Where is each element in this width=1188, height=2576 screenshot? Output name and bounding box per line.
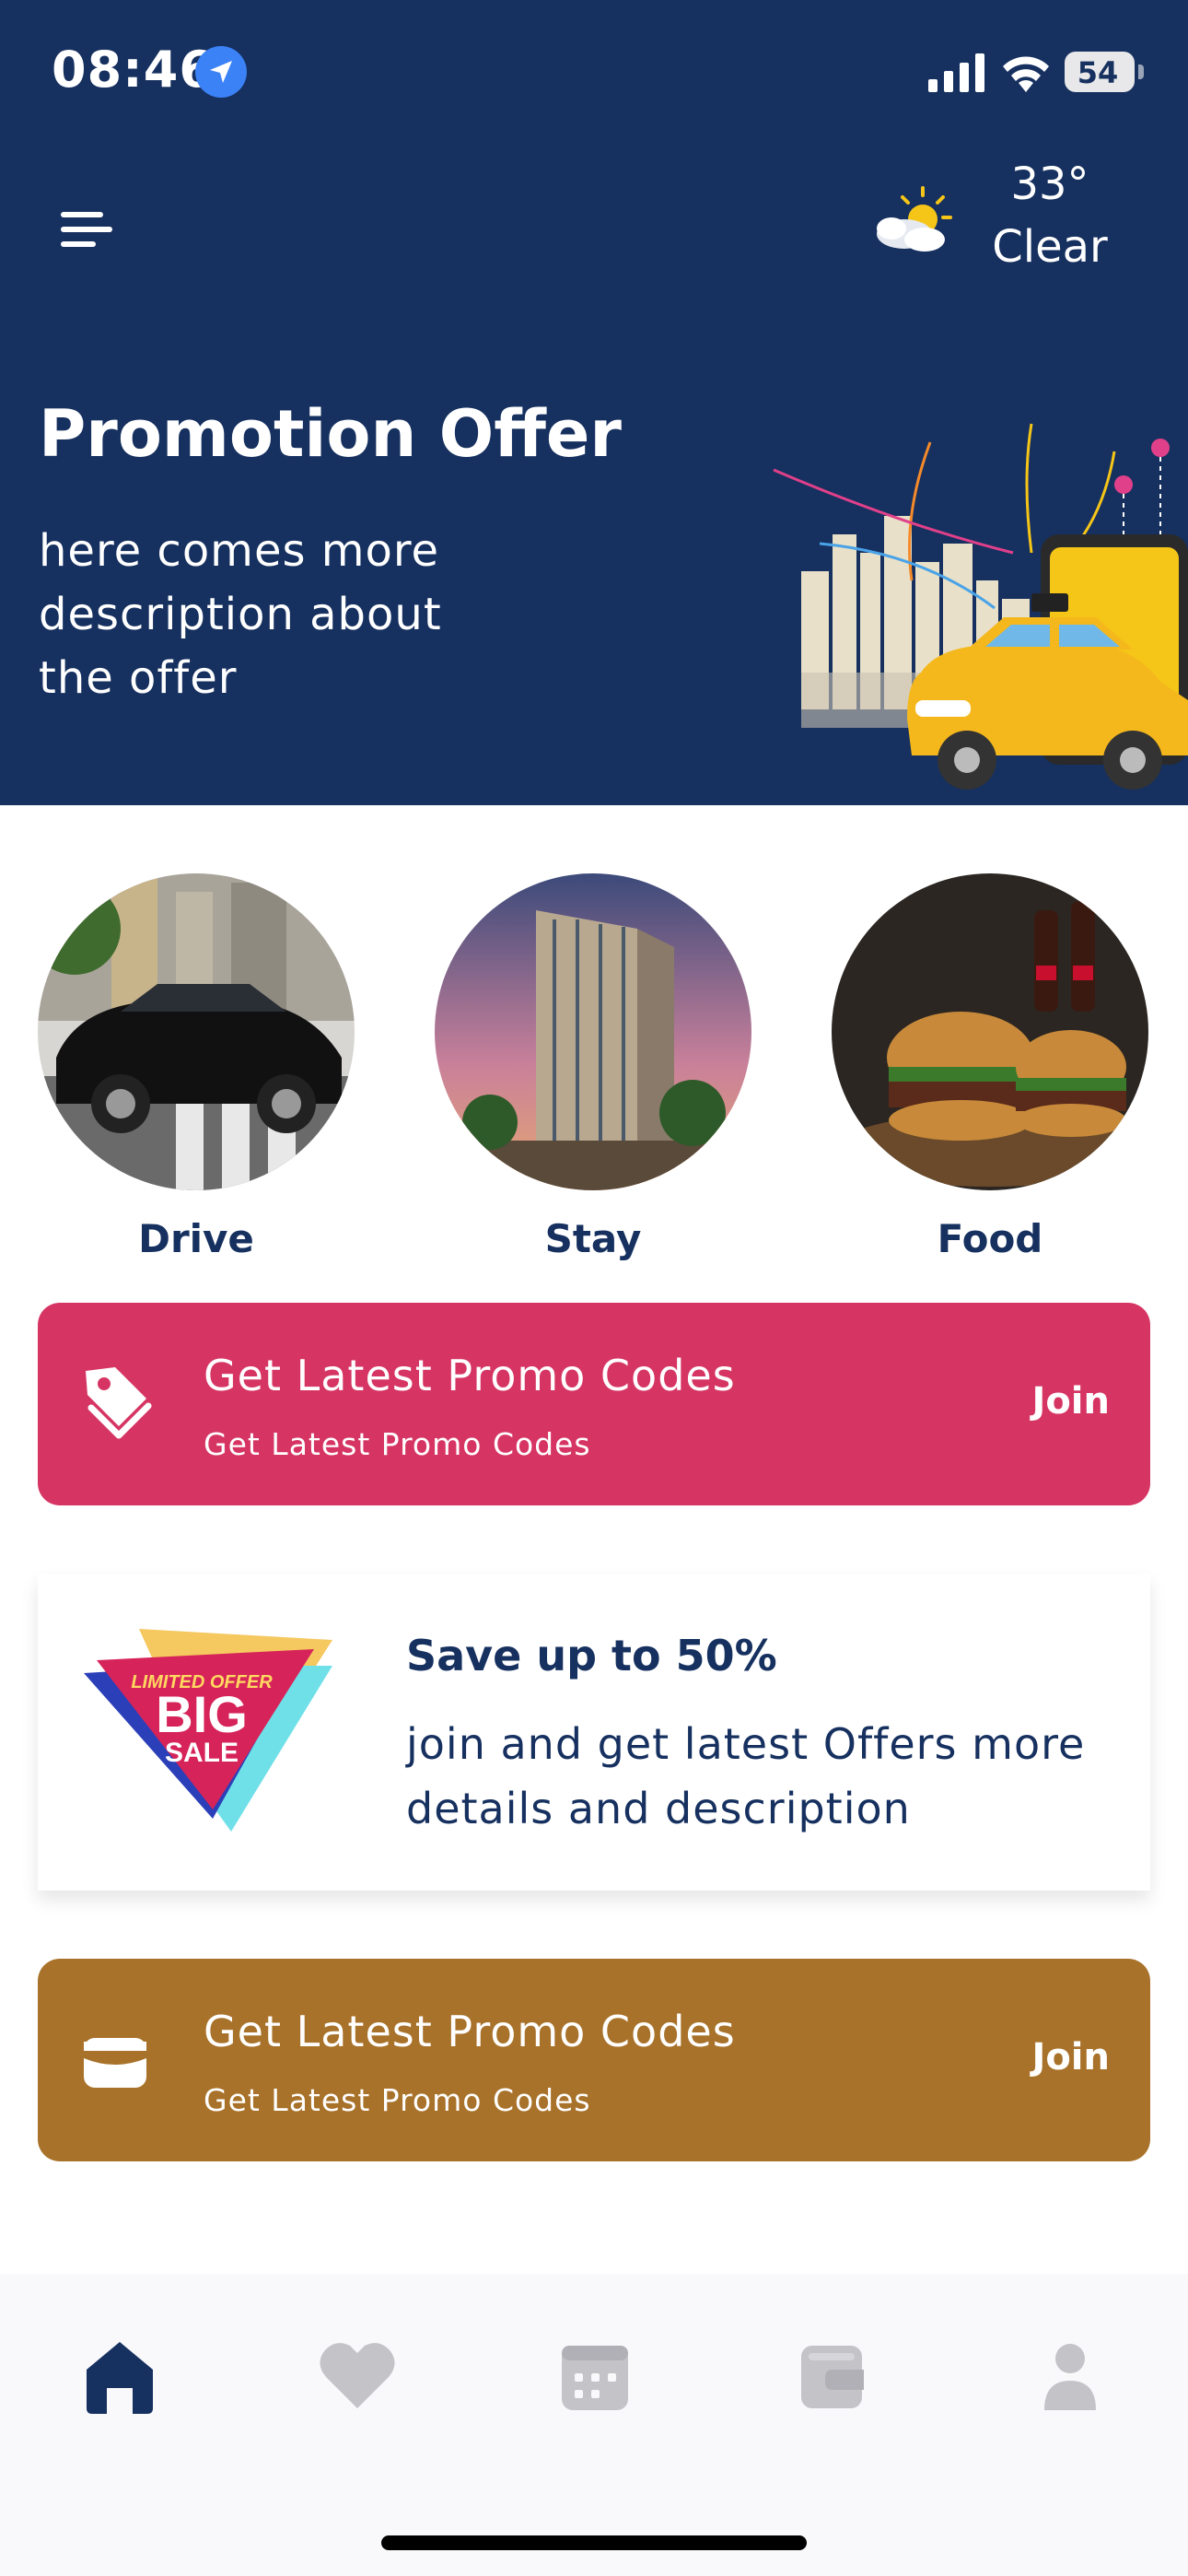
promotion-title: Promotion Offer bbox=[39, 396, 622, 472]
car-image bbox=[38, 873, 355, 1190]
category-label: Drive bbox=[138, 1216, 254, 1261]
sale-offer-card[interactable]: LIMITED OFFER BIG SALE Save up to 50% jo… bbox=[38, 1574, 1150, 1891]
status-time: 08:46 bbox=[52, 41, 215, 99]
wallet-icon[interactable] bbox=[786, 2329, 879, 2421]
category-stay[interactable]: Stay bbox=[435, 873, 751, 1261]
bottom-navigation bbox=[0, 2274, 1188, 2576]
home-icon[interactable] bbox=[74, 2329, 166, 2421]
tag-icon bbox=[86, 1367, 152, 1439]
badge-sub-text: SALE bbox=[165, 1738, 239, 1768]
promo-card-title: Get Latest Promo Codes bbox=[204, 1351, 736, 1400]
battery-level: 54 bbox=[1077, 55, 1119, 90]
heart-icon[interactable] bbox=[311, 2329, 403, 2421]
battery-icon: 54 bbox=[1065, 52, 1135, 92]
status-bar: 08:46 54 bbox=[0, 0, 1188, 147]
wifi-icon bbox=[1003, 56, 1049, 92]
home-indicator[interactable] bbox=[381, 2535, 807, 2550]
sale-title: Save up to 50% bbox=[406, 1631, 777, 1680]
badge-main-text: BIG bbox=[156, 1685, 248, 1743]
location-arrow-icon bbox=[195, 46, 247, 98]
weather-temperature: 33° bbox=[1010, 158, 1089, 210]
burger-image bbox=[832, 873, 1148, 1190]
category-label: Stay bbox=[544, 1216, 642, 1261]
category-food[interactable]: Food bbox=[832, 873, 1148, 1261]
hotel-image bbox=[435, 873, 751, 1190]
cellular-signal-icon bbox=[928, 53, 984, 92]
wallet-icon bbox=[84, 2038, 146, 2088]
partly-cloudy-icon bbox=[877, 186, 952, 252]
taxi-illustration bbox=[773, 423, 1188, 790]
battery-cap bbox=[1138, 64, 1144, 79]
calendar-icon[interactable] bbox=[549, 2329, 641, 2421]
sale-description: join and get latest Offers more details … bbox=[406, 1719, 1086, 1833]
join-button[interactable]: Join bbox=[1031, 1380, 1110, 1423]
profile-icon[interactable] bbox=[1024, 2329, 1116, 2421]
category-drive[interactable]: Drive bbox=[38, 873, 355, 1261]
promo-card-subtitle: Get Latest Promo Codes bbox=[204, 1426, 591, 1462]
promo-codes-card[interactable]: Get Latest Promo Codes Get Latest Promo … bbox=[38, 1303, 1150, 1505]
menu-icon[interactable] bbox=[61, 208, 116, 251]
weather-condition: Clear bbox=[992, 221, 1108, 273]
promo-card-subtitle: Get Latest Promo Codes bbox=[204, 2082, 591, 2118]
promo-codes-card[interactable]: Get Latest Promo Codes Get Latest Promo … bbox=[38, 1959, 1150, 2161]
promotion-description: here comes more description about the of… bbox=[39, 525, 442, 704]
promo-card-title: Get Latest Promo Codes bbox=[204, 2007, 736, 2056]
big-sale-badge: LIMITED OFFER BIG SALE bbox=[84, 1629, 332, 1832]
join-button[interactable]: Join bbox=[1031, 2036, 1110, 2078]
category-label: Food bbox=[937, 1216, 1043, 1261]
header: 08:46 54 33° Clear Promotion Offer here … bbox=[0, 0, 1188, 805]
